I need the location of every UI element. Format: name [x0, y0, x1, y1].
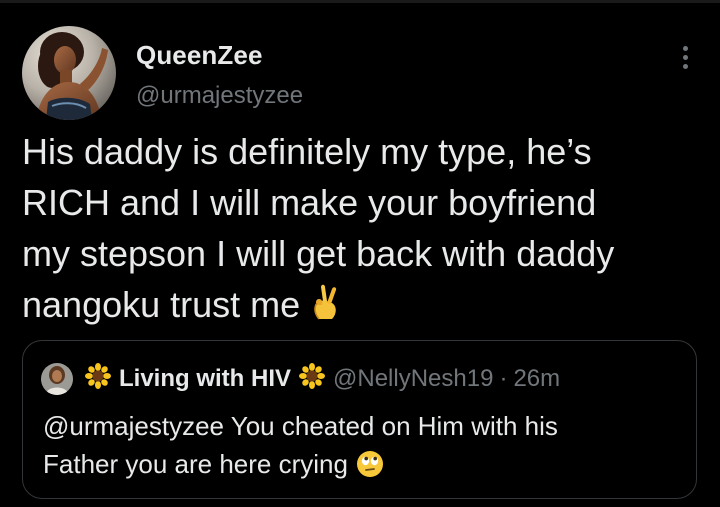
quoted-tweet-text: @urmajestyzee You cheated on Him with hi… — [43, 407, 683, 488]
sunflower-icon — [85, 362, 111, 396]
author-avatar[interactable] — [22, 26, 116, 120]
face-with-rolling-eyes-icon — [356, 450, 384, 488]
sunflower-icon — [299, 362, 325, 396]
quoted-text-line-with-emoji: Father you are here crying — [43, 445, 683, 488]
separator-dot: · — [499, 365, 508, 392]
tweet-text-line: RICH and I will make your boyfriend — [22, 182, 597, 223]
author-display-name[interactable]: QueenZee — [136, 40, 263, 71]
author-handle[interactable]: @urmajestyzee — [136, 82, 303, 110]
profile-photo-icon — [41, 363, 73, 395]
quoted-text-line: Father you are here crying — [43, 449, 348, 479]
crossed-fingers-icon — [310, 283, 342, 336]
more-options-button[interactable] — [673, 42, 697, 72]
top-divider — [0, 0, 720, 3]
tweet-text: His daddy is definitely my type, he’s RI… — [22, 126, 712, 336]
quoted-tweet-card[interactable]: Living with HIV @NellyNesh19 · 26m @urma… — [22, 340, 697, 499]
quoted-tweet-header: Living with HIV @NellyNesh19 · 26m — [85, 362, 560, 396]
quoted-author-display-name[interactable]: Living with HIV — [119, 365, 291, 393]
tweet-text-line-with-emoji: nangoku trust me — [22, 279, 712, 336]
quoted-text-line: @urmajestyzee You cheated on Him with hi… — [43, 411, 558, 441]
tweet-text-line: His daddy is definitely my type, he’s — [22, 131, 592, 172]
quoted-author-handle[interactable]: @NellyNesh19 — [333, 365, 493, 393]
tweet-text-line: my stepson I will get back with daddy — [22, 233, 615, 274]
more-vertical-icon — [682, 45, 688, 51]
quoted-author-avatar[interactable] — [41, 363, 73, 395]
profile-photo-icon — [22, 26, 116, 120]
tweet-text-line: nangoku trust me — [22, 284, 301, 325]
quoted-tweet-timestamp[interactable]: 26m — [513, 365, 560, 393]
